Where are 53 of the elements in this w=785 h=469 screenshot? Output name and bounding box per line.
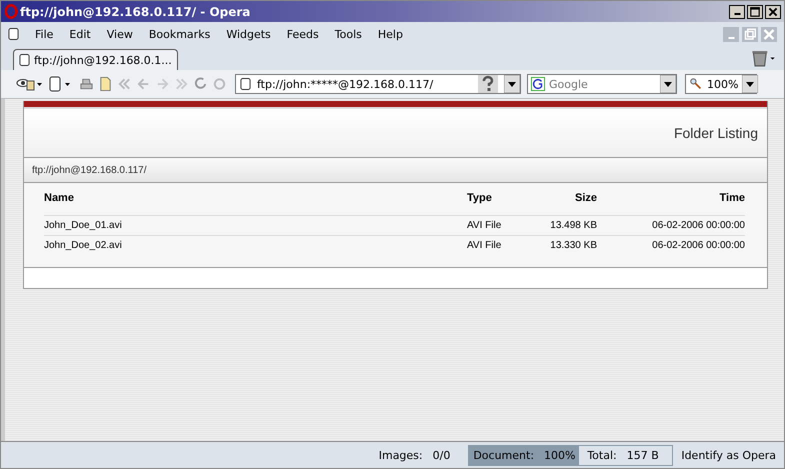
table-cell-text: 06-02-2006 00:00:00 — [651, 240, 745, 251]
minimize-icon — [728, 36, 734, 38]
minimize-icon — [734, 12, 740, 14]
page-heading: Folder Listing — [674, 125, 758, 141]
column-header[interactable]: Time — [597, 192, 745, 204]
minimize-button[interactable] — [729, 4, 745, 18]
column-header[interactable]: Type — [467, 192, 527, 204]
menu-item[interactable]: Widgets — [218, 28, 279, 40]
table-cell-text: 13.330 KB — [549, 240, 597, 251]
google-icon — [531, 77, 545, 91]
images-count: 0/0 — [432, 448, 450, 462]
opera-logo-icon — [4, 4, 18, 19]
document-label: Document: — [473, 448, 534, 462]
dropdown-icon[interactable] — [660, 75, 676, 93]
magnifier-icon — [689, 77, 703, 91]
folder-path: ftp://john@192.168.0.117/ — [32, 164, 146, 176]
table-cell-text: 06-02-2006 00:00:00 — [651, 220, 745, 231]
column-header[interactable]: Name — [44, 192, 467, 204]
note-icon[interactable] — [98, 76, 113, 92]
dropdown-icon[interactable] — [504, 75, 520, 93]
total-size: 157 B — [626, 448, 659, 462]
document-percent: 100% — [544, 448, 576, 462]
page-icon[interactable] — [8, 27, 19, 41]
total-label: Total: — [587, 448, 617, 462]
trash-icon[interactable] — [750, 50, 776, 66]
table-cell-text: AVI File — [467, 220, 502, 231]
file-link[interactable]: John_Doe_02.avi — [44, 240, 467, 251]
eye-icon[interactable] — [15, 76, 43, 92]
menu-item[interactable]: Feeds — [278, 28, 327, 40]
search-field[interactable]: Google — [527, 74, 677, 94]
page-icon — [19, 53, 30, 67]
images-label: Images: — [378, 448, 423, 462]
menu-item[interactable]: Tools — [326, 28, 370, 40]
menu-item[interactable]: View — [98, 28, 141, 40]
table-cell-text: 13.498 KB — [549, 220, 597, 231]
dropdown-icon[interactable] — [742, 75, 758, 93]
address-field[interactable]: ftp://john:*****@192.168.0.117/ — [235, 74, 521, 94]
printer-icon[interactable] — [79, 76, 94, 92]
menu-item[interactable]: File — [27, 28, 62, 40]
menu-item[interactable]: Bookmarks — [140, 28, 218, 40]
help-icon[interactable] — [478, 75, 498, 93]
maximize-button[interactable] — [747, 4, 763, 18]
column-header[interactable]: Size — [527, 192, 597, 204]
tab[interactable]: ftp://john@192.168.0.1... — [13, 49, 178, 70]
zoom-field[interactable]: 100% — [685, 74, 757, 94]
close-button[interactable] — [765, 4, 781, 18]
file-link[interactable]: John_Doe_01.avi — [44, 220, 467, 231]
identify-as-button[interactable]: Identify as Opera — [681, 448, 776, 462]
table-cell-text: AVI File — [467, 240, 502, 251]
page-icon — [240, 77, 251, 91]
menu-item[interactable]: Help — [370, 28, 411, 40]
window-title: ftp://john@192.168.0.117/ - Opera — [20, 4, 250, 18]
menu-item[interactable]: Edit — [61, 28, 99, 40]
